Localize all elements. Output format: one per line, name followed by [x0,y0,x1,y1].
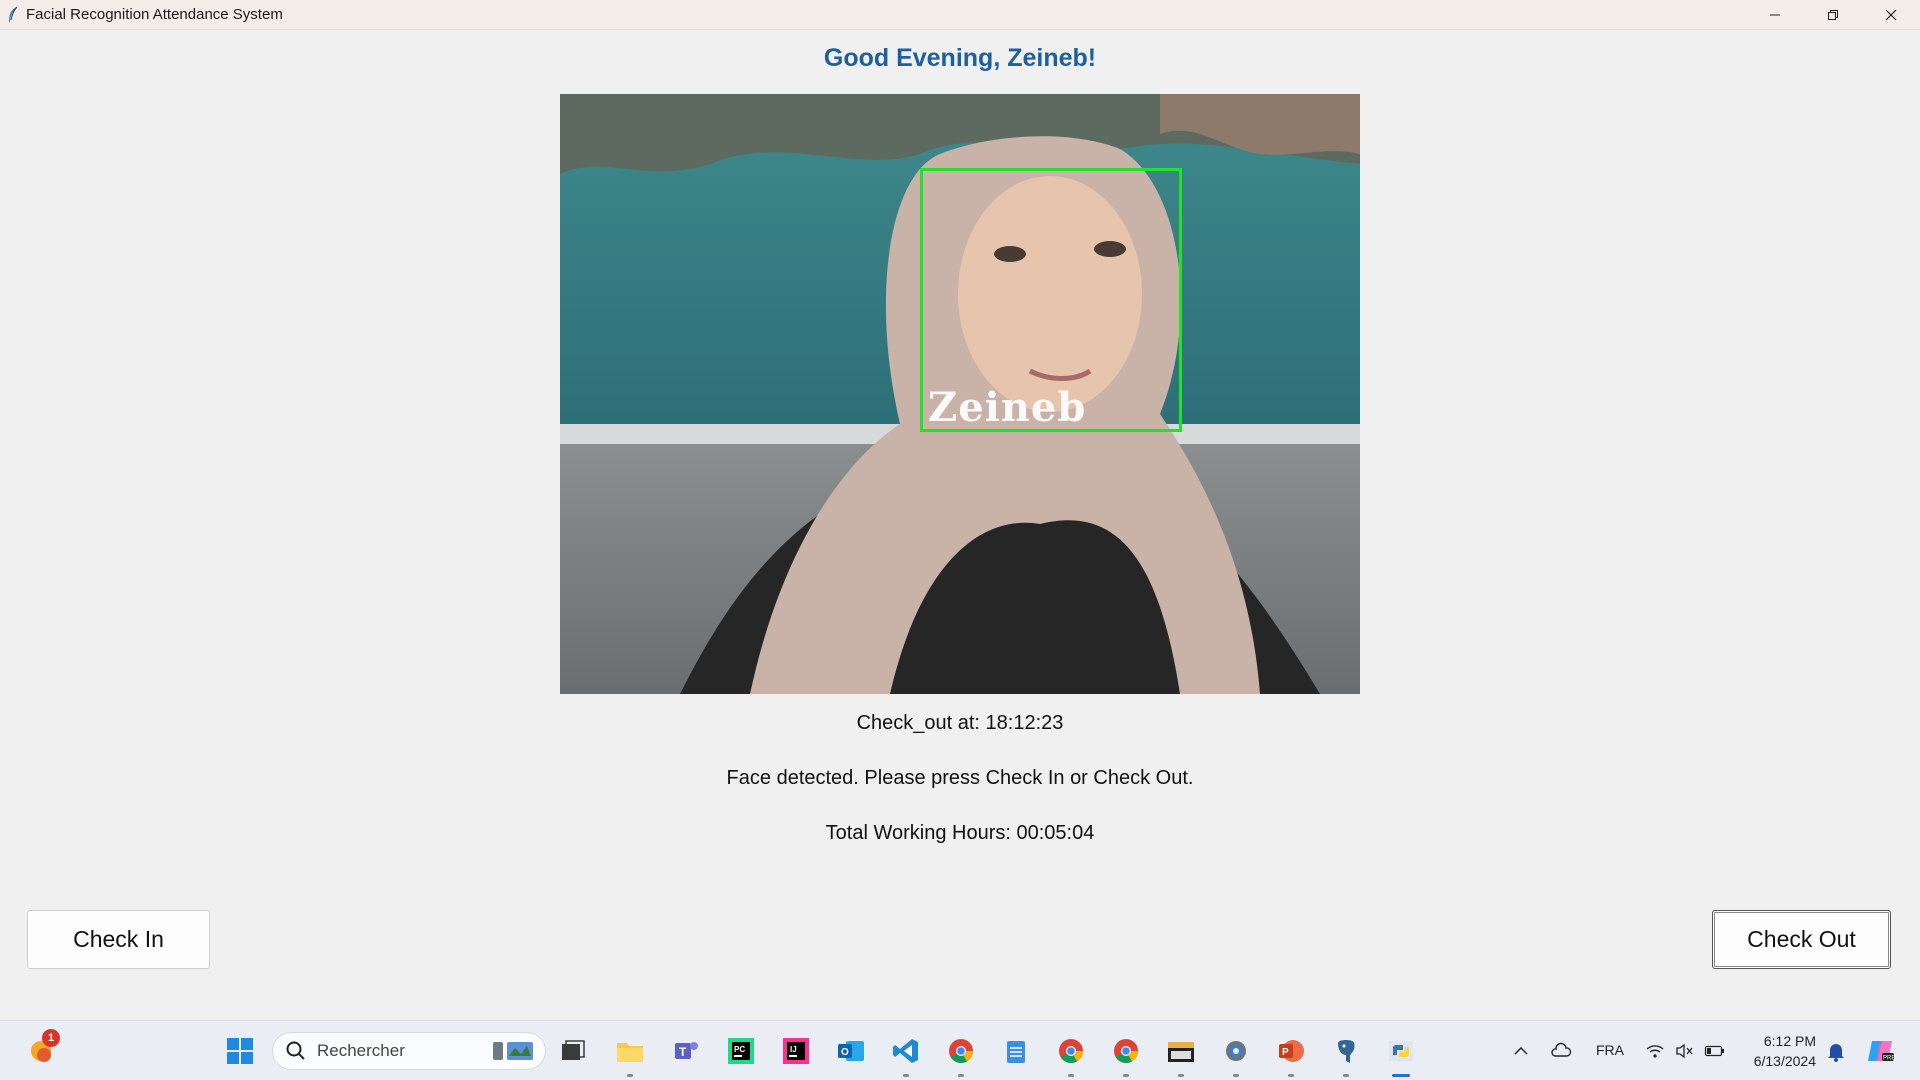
taskbar-chrome-1[interactable] [946,1036,976,1077]
vscode-icon [893,1039,918,1063]
total-working-hours: Total Working Hours: 00:05:04 [825,822,1095,844]
search-placeholder: Rechercher [317,1041,405,1060]
svg-text:T: T [679,1045,687,1059]
taskbar-chrome-3[interactable] [1111,1036,1141,1077]
svg-text:IJ: IJ [790,1045,797,1054]
taskbar-teams[interactable]: T [671,1036,701,1066]
feather-icon [9,6,18,22]
detected-name-label: Zeineb [928,384,1087,431]
taskbar-intellij[interactable]: IJ [781,1036,811,1066]
window-title: Facial Recognition Attendance System [26,6,283,23]
task-view-icon [562,1040,585,1060]
minimize-button[interactable] [1746,0,1804,30]
bell-icon [1828,1044,1844,1062]
notifications-button[interactable] [1821,1036,1851,1066]
svg-text:P: P [1282,1047,1289,1058]
search-icon [286,1041,305,1060]
svg-text:O: O [841,1047,849,1058]
taskbar-outlook[interactable]: O [836,1036,866,1066]
taskbar-clock[interactable]: 6:12 PM 6/13/2024 [1742,1031,1816,1071]
show-hidden-icons-button[interactable] [1506,1036,1536,1066]
search-highlight-icon [493,1042,533,1060]
postgresql-icon [1338,1040,1355,1063]
notepad-icon [1007,1041,1025,1063]
close-icon [1885,9,1897,21]
chrome-icon [949,1039,973,1064]
taskbar-chrome-2[interactable] [1056,1036,1086,1077]
python-icon [1389,1041,1413,1061]
pycharm-icon: PC [728,1038,754,1064]
taskbar-notepad[interactable] [1001,1036,1031,1066]
chevron-up-icon [1514,1046,1528,1055]
volume-button[interactable] [1670,1036,1700,1066]
title-bar: Facial Recognition Attendance System [0,0,1920,30]
svg-text:PRE: PRE [1883,1056,1895,1062]
battery-icon [1704,1045,1724,1057]
taskbar-settings[interactable] [1221,1036,1251,1077]
start-button[interactable] [225,1036,255,1066]
onedrive-tray-button[interactable] [1546,1036,1576,1066]
wifi-button[interactable] [1640,1036,1670,1066]
clock-time: 6:12 PM [1763,1033,1816,1049]
folder-icon [617,1043,643,1062]
taskbar-pycharm[interactable]: PC [726,1036,756,1066]
chrome-icon [1114,1039,1138,1064]
wifi-icon [1646,1045,1664,1058]
check-out-button[interactable]: Check Out [1712,910,1891,969]
volume-muted-icon [1676,1043,1693,1059]
taskbar-python-app[interactable] [1386,1036,1416,1077]
powerpoint-icon: P [1279,1040,1304,1062]
taskbar-vscode[interactable] [891,1036,921,1077]
svg-text:PC: PC [734,1045,745,1054]
taskbar-search[interactable]: Rechercher [272,1032,546,1070]
outlook-icon: O [838,1041,864,1061]
last-action-status: Check_out at: 18:12:23 [856,712,1064,734]
teams-icon: T [675,1042,698,1059]
file-manager-icon [1168,1042,1194,1062]
minimize-icon [1770,14,1780,16]
taskbar: 1 Rechercher T PC IJ O P FRA 6:12 PM 6/1… [0,1020,1920,1080]
greeting-heading: Good Evening, Zeineb! [823,44,1097,72]
chrome-icon [1059,1039,1083,1064]
restore-button[interactable] [1804,0,1862,30]
check-in-button[interactable]: Check In [27,910,210,969]
camera-feed: Zeineb [560,94,1360,694]
copilot-icon: PRE [1868,1041,1895,1062]
battery-button[interactable] [1700,1036,1730,1066]
language-indicator[interactable]: FRA [1596,1042,1624,1058]
taskbar-file-manager[interactable] [1166,1036,1196,1077]
clock-date: 6/13/2024 [1753,1053,1816,1069]
copilot-button[interactable]: PRE [1866,1036,1896,1066]
taskbar-file-explorer[interactable] [615,1036,645,1077]
close-button[interactable] [1862,0,1920,30]
notification-badge: 1 [42,1029,60,1047]
windows-start-icon [227,1038,253,1064]
restore-icon [1828,10,1838,20]
intellij-icon: IJ [783,1038,809,1064]
taskbar-postgresql[interactable] [1331,1036,1361,1077]
taskbar-powerpoint[interactable]: P [1276,1036,1306,1077]
detection-message: Face detected. Please press Check In or … [726,767,1194,789]
cloud-sync-icon [1551,1042,1572,1057]
taskbar-task-view[interactable] [558,1036,588,1066]
gear-icon [1226,1041,1246,1061]
